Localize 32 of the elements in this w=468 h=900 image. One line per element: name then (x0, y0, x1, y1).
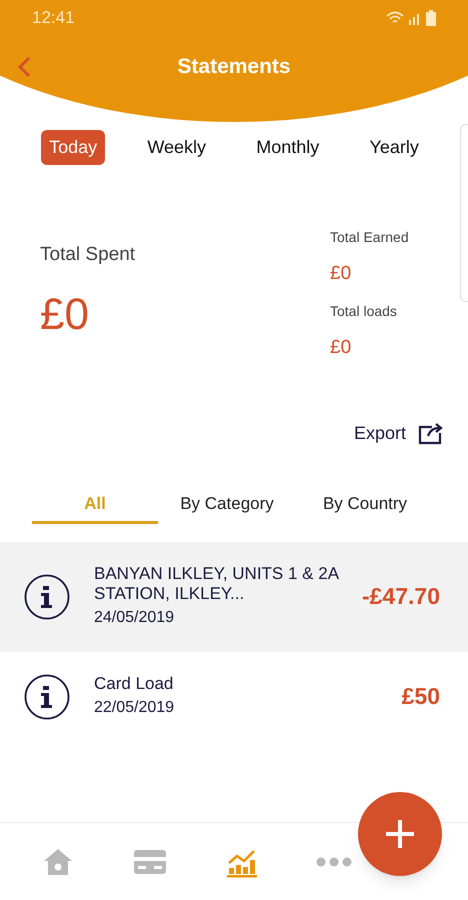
wifi-icon (386, 11, 404, 25)
export-icon (418, 422, 444, 444)
transaction-title: Card Load (94, 674, 174, 694)
total-loads-label: Total loads (330, 302, 398, 320)
filter-tab[interactable]: By Country (296, 491, 434, 524)
info-icon[interactable] (24, 574, 70, 620)
transaction-row[interactable]: BANYAN ILKLEY, UNITS 1 & 2A STATION, ILKLEY... 24/05/2019 -£47.70 (0, 542, 468, 652)
transaction-title: BANYAN ILKLEY, UNITS 1 & 2A STATION, ILKLEY... (94, 564, 340, 604)
period-tab[interactable]: Monthly (248, 130, 328, 165)
filter-tab[interactable]: By Category (158, 491, 296, 524)
card-icon[interactable] (134, 850, 166, 874)
period-tab[interactable]: Yearly (361, 130, 427, 165)
period-tab[interactable]: Today (41, 130, 106, 165)
signal-icon (408, 11, 422, 25)
total-spent-value: £0 (40, 288, 90, 340)
transaction-amount: £50 (402, 682, 440, 712)
status-time: 12:41 (32, 7, 75, 30)
total-spent-label: Total Spent (40, 243, 136, 267)
info-icon[interactable] (24, 674, 70, 720)
transaction-date: 22/05/2019 (94, 698, 176, 718)
export-button[interactable]: Export (354, 420, 444, 447)
transaction-date: 24/05/2019 (94, 608, 176, 628)
transaction-amount: -£47.70 (362, 582, 440, 612)
plus-icon (384, 818, 416, 850)
total-earned-label: Total Earned (330, 228, 410, 247)
back-icon (17, 56, 31, 78)
total-loads-value: £0 (330, 336, 352, 360)
total-earned-value: £0 (330, 262, 352, 286)
more-icon[interactable] (316, 856, 352, 866)
period-tab[interactable]: Weekly (139, 130, 214, 165)
battery-icon (426, 10, 436, 26)
screen-title: Statements (176, 54, 292, 80)
